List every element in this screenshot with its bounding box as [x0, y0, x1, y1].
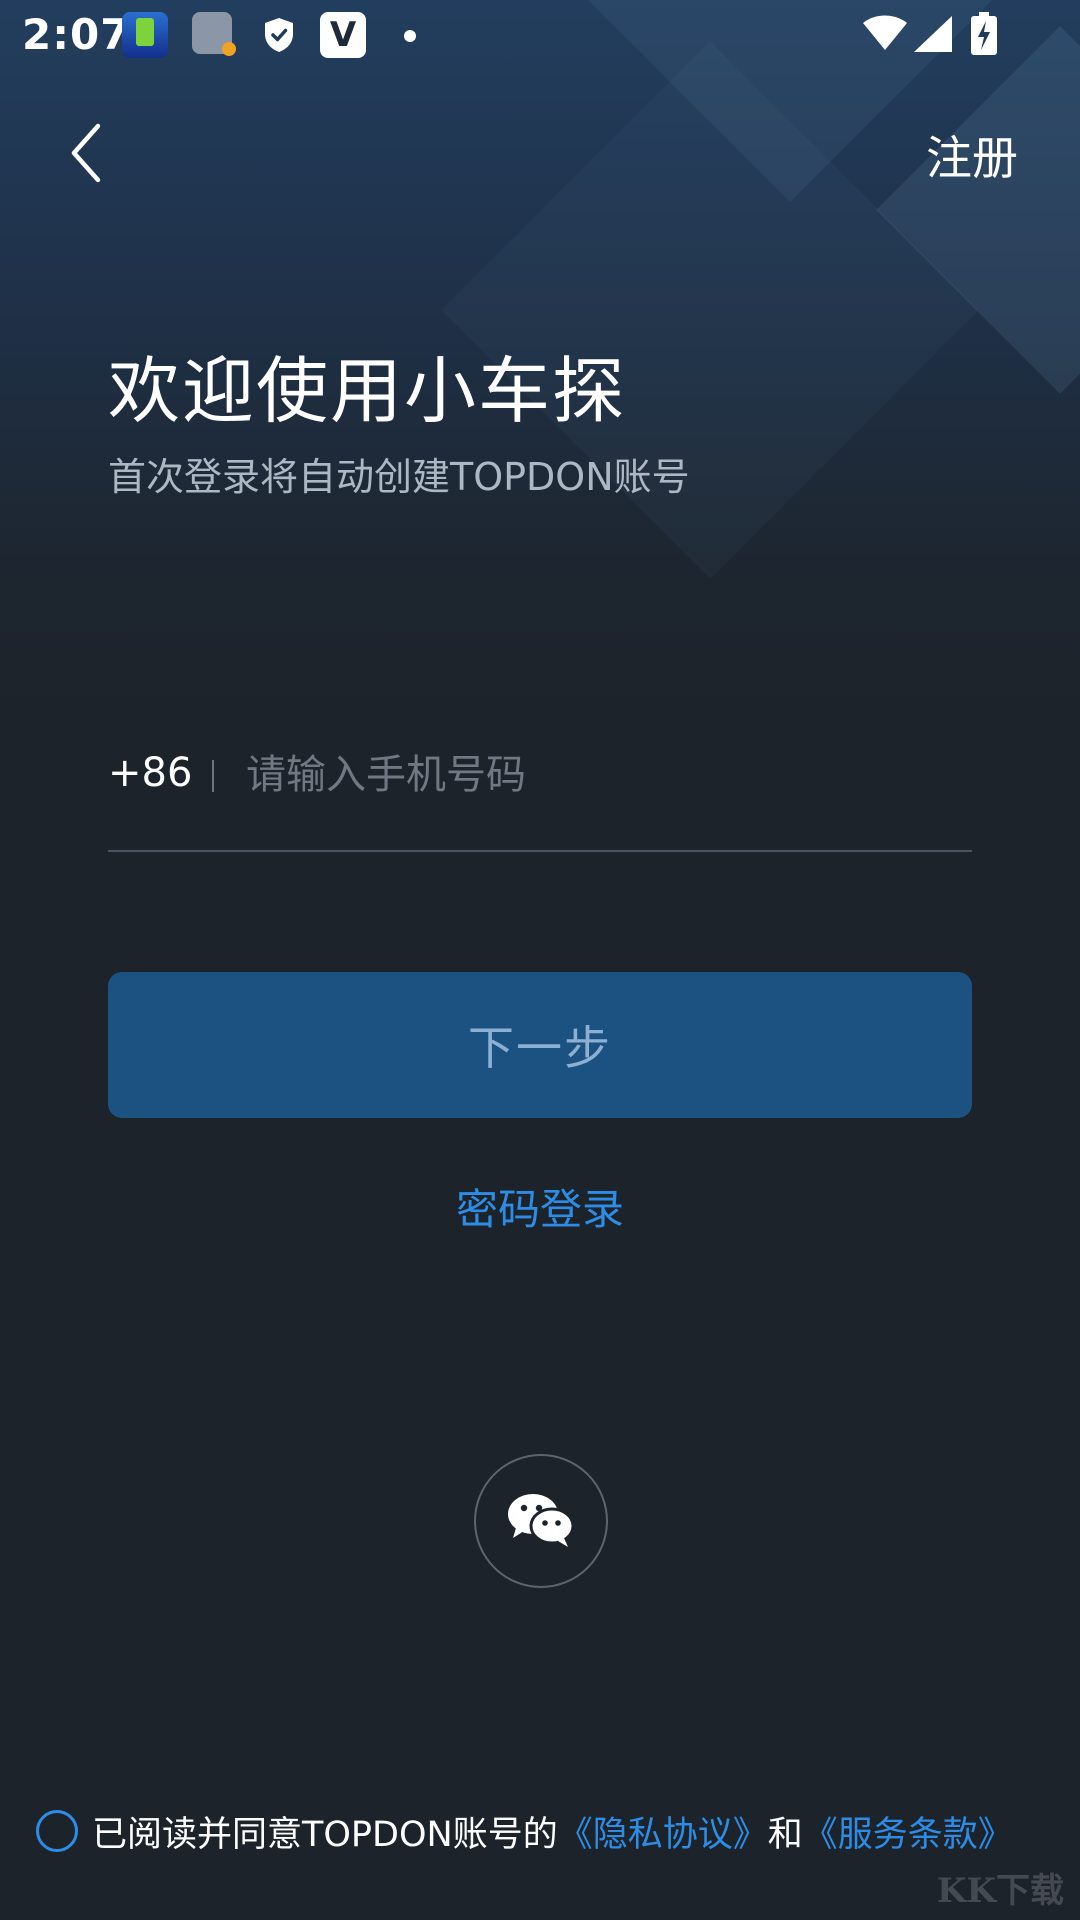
chevron-left-icon [71, 123, 101, 183]
phone-number-input[interactable] [244, 742, 948, 808]
dot-icon [404, 30, 416, 42]
country-code-selector[interactable]: +86 [108, 750, 192, 796]
field-divider [212, 760, 214, 792]
next-step-button[interactable]: 下一步 [108, 972, 972, 1118]
v-app-icon: V [320, 12, 366, 58]
login-screen: 2:07 V 注册 欢迎使用小车探 首次登录将自动创建TOPDON账号 +86 … [0, 0, 1080, 1920]
phone-field: +86 [108, 740, 972, 852]
agreement-joiner: 和 [767, 1815, 803, 1855]
privacy-policy-link[interactable]: 《隐私协议》 [558, 1815, 768, 1855]
status-bar: 2:07 V [0, 0, 1080, 72]
wifi-icon [862, 14, 908, 56]
page-title: 欢迎使用小车探 [108, 349, 627, 433]
shield-icon [262, 16, 296, 58]
terms-of-service-link[interactable]: 《服务条款》 [803, 1815, 1013, 1855]
page-subtitle: 首次登录将自动创建TOPDON账号 [108, 455, 690, 499]
agreement-prefix: 已阅读并同意TOPDON账号的 [92, 1815, 558, 1855]
wechat-login-button[interactable] [474, 1454, 608, 1588]
signal-icon [912, 14, 954, 58]
back-button[interactable] [60, 118, 116, 188]
register-button[interactable]: 注册 [926, 122, 1018, 188]
wechat-icon [508, 1494, 575, 1547]
agreement-text: 已阅读并同意TOPDON账号的《隐私协议》和《服务条款》 [92, 1806, 1013, 1857]
password-login-link[interactable]: 密码登录 [0, 1176, 1080, 1237]
agreement-row: 已阅读并同意TOPDON账号的《隐私协议》和《服务条款》 [36, 1806, 1056, 1866]
watermark-logo: KK下载 [936, 1871, 1064, 1911]
battery-notification-icon [192, 12, 236, 56]
status-time: 2:07 [22, 10, 131, 59]
agreement-checkbox[interactable] [36, 1810, 78, 1852]
battery-app-icon [122, 12, 168, 58]
battery-charging-icon [970, 12, 998, 60]
